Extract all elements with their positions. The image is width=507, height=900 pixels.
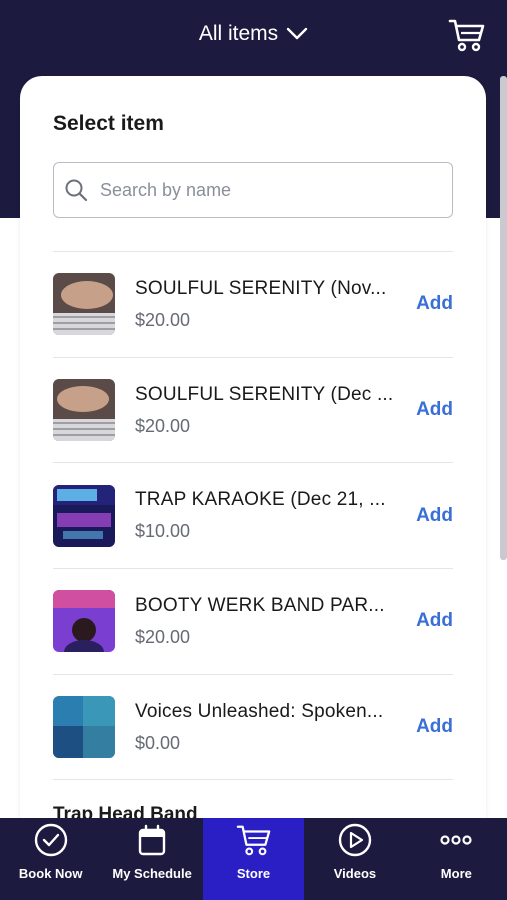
- tab-more[interactable]: More: [406, 818, 507, 900]
- cart-button[interactable]: [447, 17, 487, 53]
- search-icon: [65, 179, 88, 202]
- search-box[interactable]: [53, 162, 453, 218]
- more-dots-icon: [440, 835, 472, 845]
- tab-label: Store: [236, 866, 271, 881]
- play-circle-icon: [338, 823, 372, 857]
- list-item[interactable]: SOULFUL SERENITY (Nov... $20.00 Add: [53, 251, 453, 357]
- item-name: TRAP KARAOKE (Dec 21, ...: [135, 489, 386, 511]
- list-item[interactable]: Voices Unleashed: Spoken... $0.00 Add: [53, 673, 453, 780]
- add-button[interactable]: Add: [416, 610, 453, 632]
- item-price: $20.00: [135, 309, 191, 330]
- category-title: All items: [198, 22, 279, 45]
- calendar-icon: [138, 824, 166, 856]
- add-button[interactable]: Add: [416, 716, 453, 738]
- item-thumbnail: [53, 484, 115, 547]
- list-item-partial-divider: [53, 779, 453, 781]
- item-price: $0.00: [135, 732, 181, 753]
- item-list: SOULFUL SERENITY (Nov... $20.00 Add SOUL…: [53, 251, 453, 781]
- search-input[interactable]: [100, 179, 452, 201]
- tab-label: My Schedule: [112, 866, 192, 881]
- item-name: SOULFUL SERENITY (Nov...: [135, 277, 387, 299]
- tab-store[interactable]: Store: [202, 818, 305, 900]
- item-name: SOULFUL SERENITY (Dec ...: [135, 383, 394, 405]
- add-button[interactable]: Add: [416, 505, 453, 527]
- select-item-panel: Select item SOULFUL SERENITY (Nov... $20…: [20, 76, 486, 836]
- tab-label: Videos: [333, 866, 377, 881]
- bottom-tab-bar: Book Now My Schedule Store Videos More: [0, 818, 507, 900]
- check-circle-icon: [34, 823, 67, 857]
- top-header: All items: [0, 0, 507, 72]
- item-name: Voices Unleashed: Spoken...: [135, 700, 384, 722]
- scrollbar[interactable]: [500, 76, 507, 560]
- panel-title: Select item: [53, 112, 164, 135]
- add-button[interactable]: Add: [416, 293, 453, 315]
- list-item[interactable]: TRAP KARAOKE (Dec 21, ... $10.00 Add: [53, 462, 453, 568]
- item-thumbnail: [53, 379, 115, 442]
- list-item[interactable]: SOULFUL SERENITY (Dec ... $20.00 Add: [53, 356, 453, 463]
- category-dropdown[interactable]: All items: [0, 22, 507, 46]
- item-thumbnail: [53, 696, 115, 759]
- chevron-down-icon: [286, 27, 308, 40]
- item-price: $20.00: [135, 415, 191, 436]
- tab-videos[interactable]: Videos: [304, 818, 405, 900]
- cart-icon: [236, 825, 270, 856]
- item-name: BOOTY WERK BAND PAR...: [135, 594, 385, 616]
- item-price: $10.00: [135, 521, 191, 542]
- cart-icon: [448, 19, 485, 52]
- item-price: $20.00: [135, 626, 191, 647]
- tab-book-now[interactable]: Book Now: [0, 818, 101, 900]
- list-item[interactable]: BOOTY WERK BAND PAR... $20.00 Add: [53, 568, 453, 674]
- add-button[interactable]: Add: [416, 399, 453, 421]
- item-thumbnail: [53, 273, 115, 336]
- tab-my-schedule[interactable]: My Schedule: [101, 818, 202, 900]
- tab-label: Book Now: [18, 866, 83, 881]
- tab-label: More: [440, 866, 472, 881]
- item-thumbnail: [53, 590, 115, 653]
